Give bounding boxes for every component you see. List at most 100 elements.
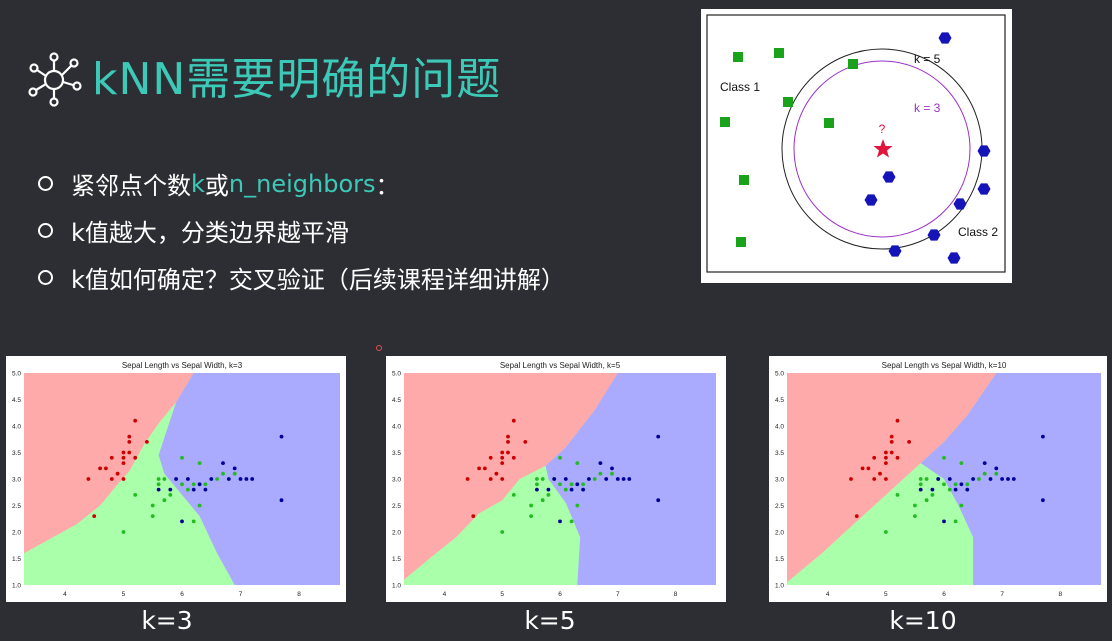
data-point [610, 466, 614, 471]
data-point [977, 477, 981, 481]
bullet-text: k [191, 169, 205, 198]
chart-title: Sepal Length vs Sepal Width, k=5 [500, 361, 621, 370]
data-point [133, 493, 138, 497]
data-point [232, 466, 237, 471]
data-point [942, 519, 946, 524]
data-point [971, 477, 975, 481]
bullet-circle-icon [38, 270, 53, 285]
class1-point [739, 175, 749, 185]
data-point [546, 493, 551, 497]
x-tick-label: 7 [616, 591, 620, 598]
data-point [279, 498, 284, 503]
y-tick-label: 5.0 [392, 371, 401, 378]
y-tick-label: 3.5 [775, 450, 784, 457]
x-tick-label: 5 [500, 591, 504, 598]
data-point [98, 466, 102, 471]
data-point [540, 498, 545, 503]
y-tick-label: 3.0 [12, 477, 21, 484]
query-label: ? [879, 122, 886, 136]
data-point [529, 503, 533, 508]
data-point [854, 514, 859, 518]
data-point [174, 477, 179, 481]
data-point [959, 482, 964, 487]
data-point [121, 461, 126, 465]
data-point [180, 519, 184, 524]
data-point [982, 471, 987, 476]
data-point [936, 477, 941, 481]
data-point [506, 440, 510, 444]
data-point [918, 477, 923, 481]
bullet-item: k值越大，分类边界越平滑 [38, 207, 565, 254]
data-point [1041, 434, 1045, 439]
data-point [191, 482, 196, 487]
class1-point [848, 59, 858, 69]
data-point [150, 503, 155, 508]
data-point [598, 471, 603, 476]
data-point [878, 471, 882, 476]
data-point [546, 487, 551, 492]
y-tick-label: 2.5 [775, 503, 784, 510]
data-point [569, 519, 574, 524]
data-point [552, 477, 557, 481]
data-point [889, 450, 894, 455]
bullet-circle-icon [38, 223, 53, 238]
x-tick-label: 4 [826, 591, 830, 598]
data-point [121, 450, 126, 455]
data-point [575, 461, 580, 465]
bullet-circle-icon [38, 176, 53, 191]
data-point [982, 461, 987, 465]
y-tick-label: 1.5 [12, 556, 21, 563]
data-point [511, 418, 516, 423]
y-tick-label: 4.5 [392, 397, 401, 404]
data-point [872, 477, 877, 481]
data-point [953, 482, 958, 487]
data-point [226, 477, 231, 481]
data-point [627, 477, 632, 481]
data-point [197, 482, 202, 487]
y-tick-label: 1.5 [775, 556, 784, 563]
data-point [535, 487, 539, 492]
data-point [500, 477, 505, 481]
y-tick-label: 2.0 [12, 530, 21, 537]
chart-panel-k3: Sepal Length vs Sepal Width, k=3 1.0 1.5 2.… [6, 356, 346, 602]
data-point [930, 493, 935, 497]
data-point [511, 455, 516, 460]
data-point [197, 461, 202, 465]
y-tick-label: 3.5 [12, 450, 21, 457]
x-tick-label: 4 [63, 591, 67, 598]
chart-title: Sepal Length vs Sepal Width, k=3 [122, 361, 243, 370]
k5-label: k = 5 [914, 52, 941, 66]
data-point [994, 471, 999, 476]
data-point [232, 471, 237, 476]
data-point [930, 487, 935, 492]
knn-diagram: ? Class 1 Class 2 k = 5 k = 3 [701, 9, 1012, 283]
chart-k10: Sepal Length vs Sepal Width, k=10 1.0 1.5 2… [775, 361, 1101, 598]
data-point [959, 503, 964, 508]
data-point [575, 503, 580, 508]
x-tick-label: 5 [122, 591, 126, 598]
class1-point [720, 117, 730, 127]
data-point [953, 519, 958, 524]
data-point [598, 461, 603, 465]
y-tick-label: 4.0 [392, 424, 401, 431]
y-tick-label: 2.0 [392, 530, 401, 537]
data-point [535, 477, 539, 481]
data-point [127, 440, 132, 444]
data-point [994, 466, 999, 471]
data-point [924, 477, 929, 481]
data-point [895, 455, 900, 460]
k3-label: k = 3 [914, 101, 941, 115]
y-tick-label: 2.0 [775, 530, 784, 537]
data-point [959, 461, 964, 465]
data-point [907, 440, 911, 444]
data-point [569, 487, 574, 492]
data-point [1011, 477, 1016, 481]
data-point [860, 466, 865, 471]
data-point [145, 440, 149, 444]
x-tick-label: 8 [297, 591, 301, 598]
y-tick-label: 3.5 [392, 450, 401, 457]
bullet-list: 紧邻点个数 k 或 n_neighbors： k值越大，分类边界越平滑 k值如何确定？交叉… [38, 160, 565, 301]
bullet-item: 紧邻点个数 k 或 n_neighbors： [38, 160, 565, 207]
bullet-item: k值如何确定？交叉验证（后续课程详细讲解） [38, 254, 565, 301]
data-point [849, 477, 853, 481]
